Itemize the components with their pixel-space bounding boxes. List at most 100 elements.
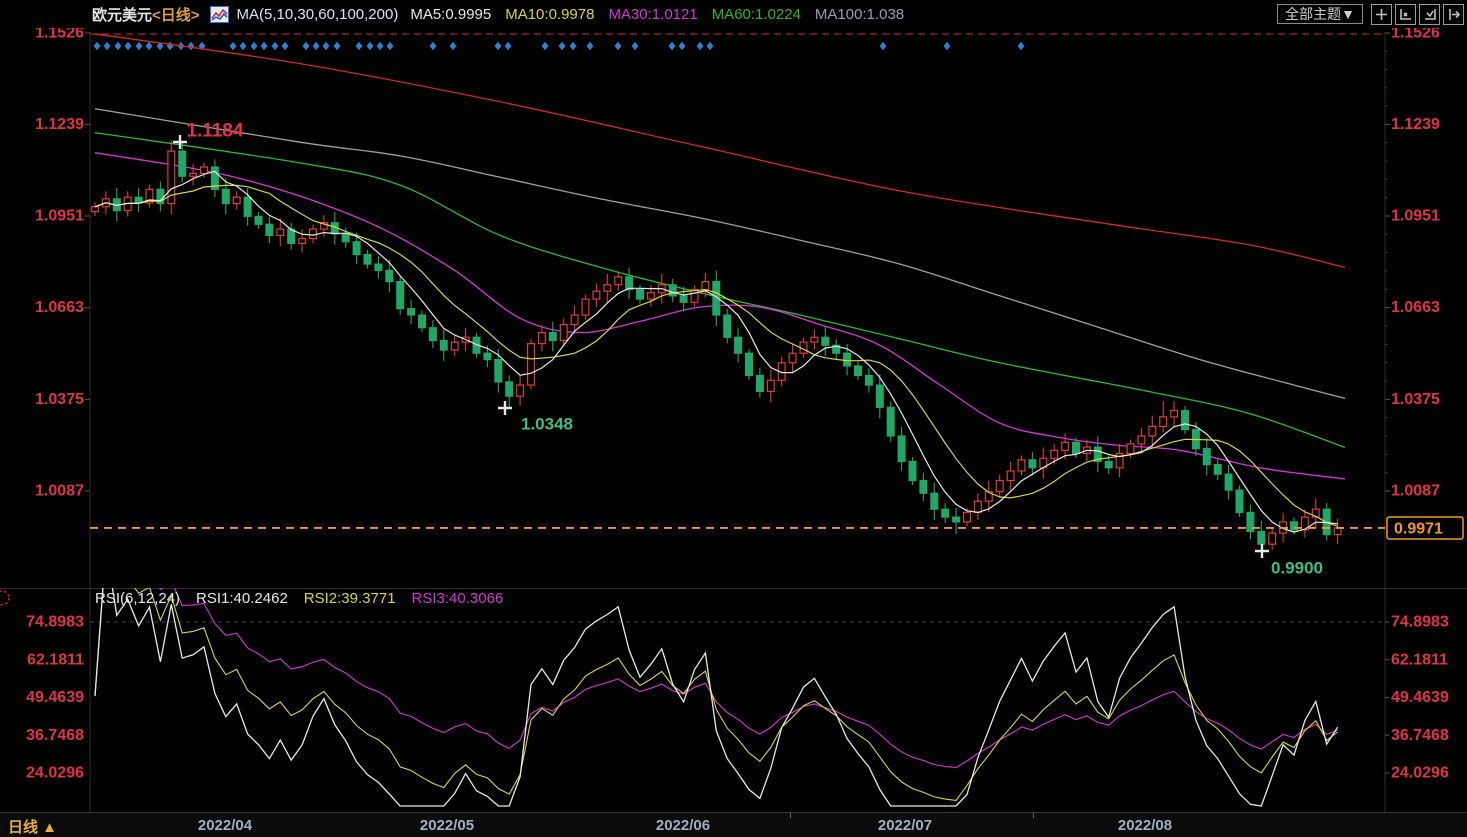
rsi-axis-label-left: 36.7468 xyxy=(26,727,84,744)
candle-body xyxy=(1333,527,1342,536)
signal-dot xyxy=(260,41,268,51)
candle-body xyxy=(962,511,971,523)
candle-body xyxy=(570,314,579,326)
candle-body xyxy=(1213,464,1222,475)
signal-dot xyxy=(333,41,341,51)
signal-dot xyxy=(239,41,247,51)
candle-body xyxy=(276,228,285,237)
candle-body xyxy=(635,288,644,300)
signal-dot xyxy=(879,41,887,51)
candle-body xyxy=(483,352,492,361)
candle-body xyxy=(232,196,241,205)
candle-body xyxy=(1006,470,1015,482)
pop-out-icon[interactable] xyxy=(1443,3,1464,25)
x-axis-date-label: 2022/08 xyxy=(1117,817,1173,834)
candle-body xyxy=(668,284,677,297)
candle-body xyxy=(1148,425,1157,437)
signal-dot xyxy=(302,41,310,51)
scale-left-icon[interactable] xyxy=(1395,3,1416,25)
candle-body xyxy=(614,276,623,286)
signal-dot xyxy=(494,41,502,51)
current-price-text: 0.9971 xyxy=(1394,520,1443,537)
month-boundary-tick xyxy=(790,813,791,818)
line-chart-icon xyxy=(209,5,229,23)
signal-dot xyxy=(355,41,363,51)
rsi-axis-label-left: 62.1811 xyxy=(27,651,84,668)
candle-body xyxy=(407,308,416,316)
candle-body xyxy=(843,352,852,367)
rsi-legend: RSI(6,12,24) RSI1:40.2462 RSI2:39.3771 RSI3… xyxy=(95,590,503,607)
signal-dot xyxy=(376,41,384,51)
price-annotation: 0.9900 xyxy=(1271,559,1323,578)
candle-body xyxy=(189,172,198,177)
candle-body xyxy=(1028,459,1037,469)
extreme-marker xyxy=(1255,544,1269,558)
signal-dot xyxy=(250,41,258,51)
month-boundary-tick xyxy=(1033,813,1034,818)
y-axis-label-right: 1.0663 xyxy=(1391,299,1440,316)
candle-body xyxy=(352,241,361,256)
signal-dot xyxy=(449,41,457,51)
candle-body xyxy=(1235,489,1244,513)
price-annotation: 1.1184 xyxy=(186,121,243,142)
signal-dot xyxy=(696,41,704,51)
signal-dot xyxy=(124,41,132,51)
candle-body xyxy=(886,406,895,437)
candle-body xyxy=(221,188,230,205)
signal-dot xyxy=(114,41,122,51)
candle-body xyxy=(1050,449,1059,459)
candle-body xyxy=(1104,460,1113,469)
signal-dot xyxy=(631,41,639,51)
candle-body xyxy=(1061,441,1070,451)
ma-legend: MA5:0.9995 MA10:0.9978 MA30:1.0121 MA60:1.0… xyxy=(410,6,904,23)
candle-body xyxy=(734,336,743,354)
crosshair-icon[interactable] xyxy=(1371,3,1392,25)
candle-body xyxy=(1224,473,1233,491)
x-axis-date-label: 2022/05 xyxy=(419,817,475,834)
ma-line-ma100 xyxy=(94,108,1346,400)
signal-dot xyxy=(366,41,374,51)
signal-dot xyxy=(312,41,320,51)
rsi-chart[interactable]: 74.8983 74.8983 62.1811 62.1811 49.4639 49.46… xyxy=(0,588,1467,812)
candle-body xyxy=(243,196,252,217)
ma-legend-item: MA10:0.9978 xyxy=(505,5,595,23)
candle-body xyxy=(385,269,394,283)
candle-body xyxy=(494,358,503,383)
candle-body xyxy=(450,341,459,351)
candle-body xyxy=(766,379,775,393)
candle-body xyxy=(265,223,274,237)
candle-body xyxy=(701,280,710,291)
signal-dot xyxy=(504,41,512,51)
theme-dropdown-button[interactable]: 全部主题▼ xyxy=(1277,4,1363,24)
candle-body xyxy=(505,381,514,397)
signal-dot xyxy=(229,41,237,51)
ma-legend-item: MA60:1.0224 xyxy=(711,5,801,23)
price-chart[interactable]: 1.1526 1.1526 1.1239 1.1239 1.0951 1.0951 1.06… xyxy=(0,28,1467,588)
price-annotation: 1.0348 xyxy=(521,415,573,434)
signal-dot xyxy=(103,41,111,51)
candle-body xyxy=(930,492,939,510)
candle-body xyxy=(341,233,350,243)
candle-body xyxy=(1268,532,1277,545)
y-axis-label-left: 1.1239 xyxy=(35,116,84,133)
candle-body xyxy=(679,295,688,303)
rsi-axis-label-left: 24.0296 xyxy=(26,765,84,782)
candle-body xyxy=(603,284,612,292)
signal-dot xyxy=(166,41,174,51)
rsi-legend-item: RSI(6,12,24) xyxy=(95,590,181,607)
signal-dot xyxy=(386,41,394,51)
scale-right-icon[interactable] xyxy=(1419,3,1440,25)
ma-params-label: MA(5,10,30,60,100,200) xyxy=(236,5,399,23)
period-selector[interactable]: 日线 ▲ xyxy=(8,816,57,837)
y-axis-label-right: 1.0951 xyxy=(1391,208,1440,225)
candle-body xyxy=(1017,459,1026,472)
candle-body xyxy=(581,298,590,316)
candle-body xyxy=(875,384,884,408)
candle-body xyxy=(537,331,546,345)
signal-dot xyxy=(145,41,153,51)
chart-app: 欧元美元<日线> MA(5,10,30,60,100,200) MA5:0.99… xyxy=(0,0,1467,837)
signal-dot xyxy=(678,41,686,51)
signal-dot xyxy=(281,41,289,51)
candle-body xyxy=(897,435,906,463)
candle-body xyxy=(919,479,928,494)
